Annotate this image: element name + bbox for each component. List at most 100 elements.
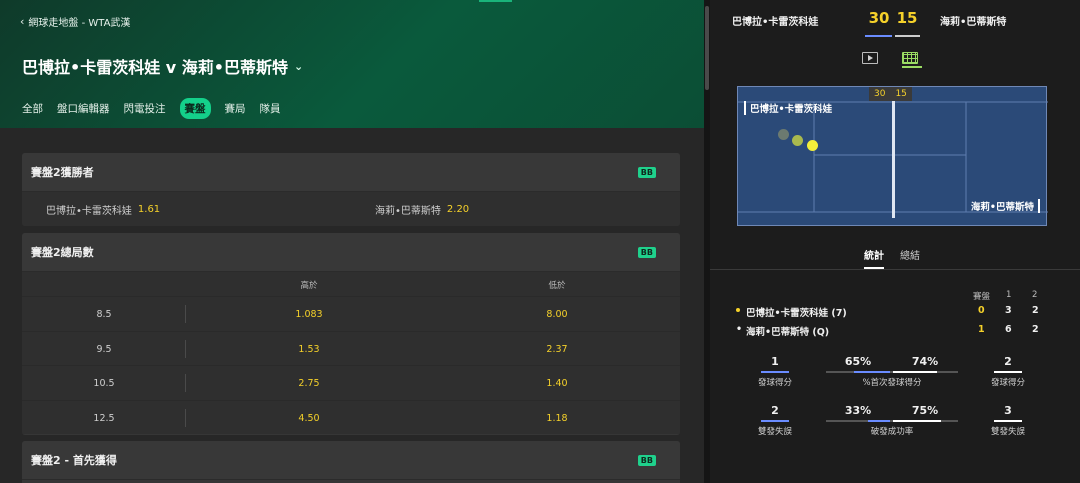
stat-value: 33% [844, 404, 872, 417]
video-play-icon[interactable] [862, 52, 878, 64]
court-score-player1: 30 [869, 87, 891, 101]
stat-first-serve-player1: 65% [838, 355, 878, 368]
selection-player2[interactable]: 海莉•巴蒂斯特 2.20 [375, 202, 469, 217]
court-visualization: 30 15 巴博拉•卡雷茨科娃 海莉•巴蒂斯特 [737, 86, 1048, 226]
tab-flash-bet[interactable]: 閃電投注 [124, 98, 166, 119]
scrollbar-thumb[interactable] [705, 6, 709, 90]
stat-bar-player2 [893, 420, 941, 422]
stat-value: 75% [911, 404, 939, 417]
stat-bar-player2 [994, 420, 1022, 422]
stat-label: %首次發球得分 [862, 378, 922, 388]
market-set2-winner: 賽盤2獲勝者 BB 巴博拉•卡雷茨科娃 1.61 海莉•巴蒂斯特 2.20 [22, 153, 680, 226]
stat-bar-player1 [868, 420, 890, 422]
header-accent [479, 0, 512, 2]
ball-trail-icon [778, 129, 789, 140]
line-value: 12.5 [93, 412, 115, 424]
active-tab-indicator [864, 267, 884, 269]
divider [185, 339, 186, 358]
market-title: 賽盤2總局數 [31, 246, 94, 259]
column-under: 低於 [548, 281, 566, 291]
winner-selections: 巴博拉•卡雷茨科娃 1.61 海莉•巴蒂斯特 2.20 [22, 192, 680, 226]
set-row-player1-set1: 3 [1005, 305, 1012, 316]
line-value: 8.5 [96, 309, 112, 320]
player2-points: 15 [896, 9, 918, 27]
market-tabs: 全部 盤口編輯器 閃電投注 賽盤 賽局 隊員 [22, 98, 281, 119]
stat-double-faults-player2: 3 [988, 404, 1028, 417]
tab-all[interactable]: 全部 [22, 98, 43, 119]
stat-label: 雙發失誤 [990, 427, 1025, 437]
tab-summary[interactable]: 總結 [900, 247, 920, 262]
stat-label: 發球得分 [757, 378, 792, 388]
back-link-label: 網球走地盤 - WTA武漢 [28, 18, 131, 29]
player2-marker: • [736, 324, 743, 335]
column-over: 高於 [300, 281, 318, 291]
tab-market-editor[interactable]: 盤口編輯器 [57, 98, 110, 119]
under-odds[interactable]: 8.00 [546, 309, 567, 320]
stat-aces-player2: 2 [988, 355, 1028, 368]
selection-name: 海莉•巴蒂斯特 [375, 205, 441, 217]
player1-points: 30 [868, 9, 890, 27]
chevron-left-icon: ‹ [20, 15, 25, 28]
set-row-player2-name: 海莉•巴蒂斯特 (Q) [746, 327, 830, 338]
tab-sets[interactable]: 賽盤 [179, 98, 211, 119]
under-odds[interactable]: 1.18 [546, 413, 567, 424]
markets-panel: ‹ 網球走地盤 - WTA武漢 巴博拉•卡雷茨科娃 v 海莉•巴蒂斯特 ⌄ 全部… [0, 0, 704, 483]
player1-underline [865, 35, 892, 37]
column-headers: 高於 低於 [22, 272, 680, 296]
selection-odds: 1.61 [137, 203, 161, 215]
selection-player1[interactable]: 巴博拉•卡雷茨科娃 1.61 [46, 202, 160, 217]
active-view-indicator [902, 66, 922, 68]
app-root: ‹ 網球走地盤 - WTA武漢 巴博拉•卡雷茨科娃 v 海莉•巴蒂斯特 ⌄ 全部… [0, 0, 1080, 483]
over-odds[interactable]: 4.50 [298, 413, 319, 424]
stat-value: 1 [771, 355, 779, 368]
market-title: 賽盤2獲勝者 [31, 166, 94, 179]
selection-odds: 2.20 [446, 203, 470, 215]
stat-value: 2 [1004, 355, 1012, 368]
under-odds[interactable]: 1.40 [546, 378, 567, 389]
stat-label: 破發成功率 [870, 427, 914, 437]
player2-name: 海莉•巴蒂斯特 [940, 17, 1007, 28]
market-header[interactable]: 賽盤2總局數 BB [22, 233, 680, 272]
match-title: 巴博拉•卡雷茨科娃 v 海莉•巴蒂斯特 [22, 58, 289, 77]
market-header[interactable]: 賽盤2獲勝者 BB [22, 153, 680, 192]
over-odds[interactable]: 1.083 [295, 309, 322, 320]
stat-bar-player1 [854, 371, 890, 373]
tab-stats[interactable]: 統計 [864, 247, 884, 262]
ball-icon [807, 140, 818, 151]
match-selector[interactable]: 巴博拉•卡雷茨科娃 v 海莉•巴蒂斯特 ⌄ [22, 54, 303, 78]
sets-header-1: 1 [1006, 290, 1012, 300]
sets-header-2: 2 [1032, 290, 1038, 300]
chevron-down-icon: ⌄ [294, 59, 304, 73]
market-header[interactable]: 賽盤2 - 首先獲得 BB [22, 441, 680, 480]
over-odds[interactable]: 1.53 [298, 344, 319, 355]
table-row: 8.5 1.083 8.00 [22, 296, 680, 331]
serving-indicator [736, 308, 740, 312]
set-row-player1-name: 巴博拉•卡雷茨科娃 (7) [746, 308, 847, 319]
court-player2-label: 海莉•巴蒂斯特 [971, 199, 1040, 213]
set-row-player1-set2: 2 [1032, 305, 1039, 316]
selection-name: 巴博拉•卡雷茨科娃 [46, 205, 132, 217]
tab-games[interactable]: 賽局 [225, 98, 246, 119]
stat-break-player1: 33% [838, 404, 878, 417]
back-link[interactable]: ‹ 網球走地盤 - WTA武漢 [20, 14, 130, 29]
set-row-player2-set2: 2 [1032, 324, 1039, 335]
view-toggle [862, 52, 918, 64]
sets-header-label: 賽盤 [973, 292, 991, 302]
over-odds[interactable]: 2.75 [298, 378, 319, 389]
set-row-player2-current: 1 [978, 324, 985, 335]
table-row: 10.5 2.75 1.40 [22, 365, 680, 400]
market-set2-total-games: 賽盤2總局數 BB 高於 低於 8.5 1.083 8.00 9.5 1.53 … [22, 233, 680, 435]
court-view-icon[interactable] [902, 52, 918, 64]
set-row-player1-current: 0 [978, 305, 985, 316]
match-header: ‹ 網球走地盤 - WTA武漢 巴博拉•卡雷茨科娃 v 海莉•巴蒂斯特 ⌄ 全部… [0, 0, 704, 128]
player2-underline [895, 35, 920, 37]
stat-bar-player2 [893, 371, 937, 373]
court-player1-label: 巴博拉•卡雷茨科娃 [744, 101, 832, 115]
stat-aces-player1: 1 [755, 355, 795, 368]
match-tracker-panel: 巴博拉•卡雷茨科娃 30 15 海莉•巴蒂斯特 30 15 巴博拉•卡雷茨科娃 … [710, 0, 1080, 483]
under-odds[interactable]: 2.37 [546, 344, 567, 355]
divider [185, 305, 186, 323]
ball-trail-icon [792, 135, 803, 146]
table-row: 12.5 4.50 1.18 [22, 399, 680, 434]
tab-players[interactable]: 隊員 [260, 98, 281, 119]
